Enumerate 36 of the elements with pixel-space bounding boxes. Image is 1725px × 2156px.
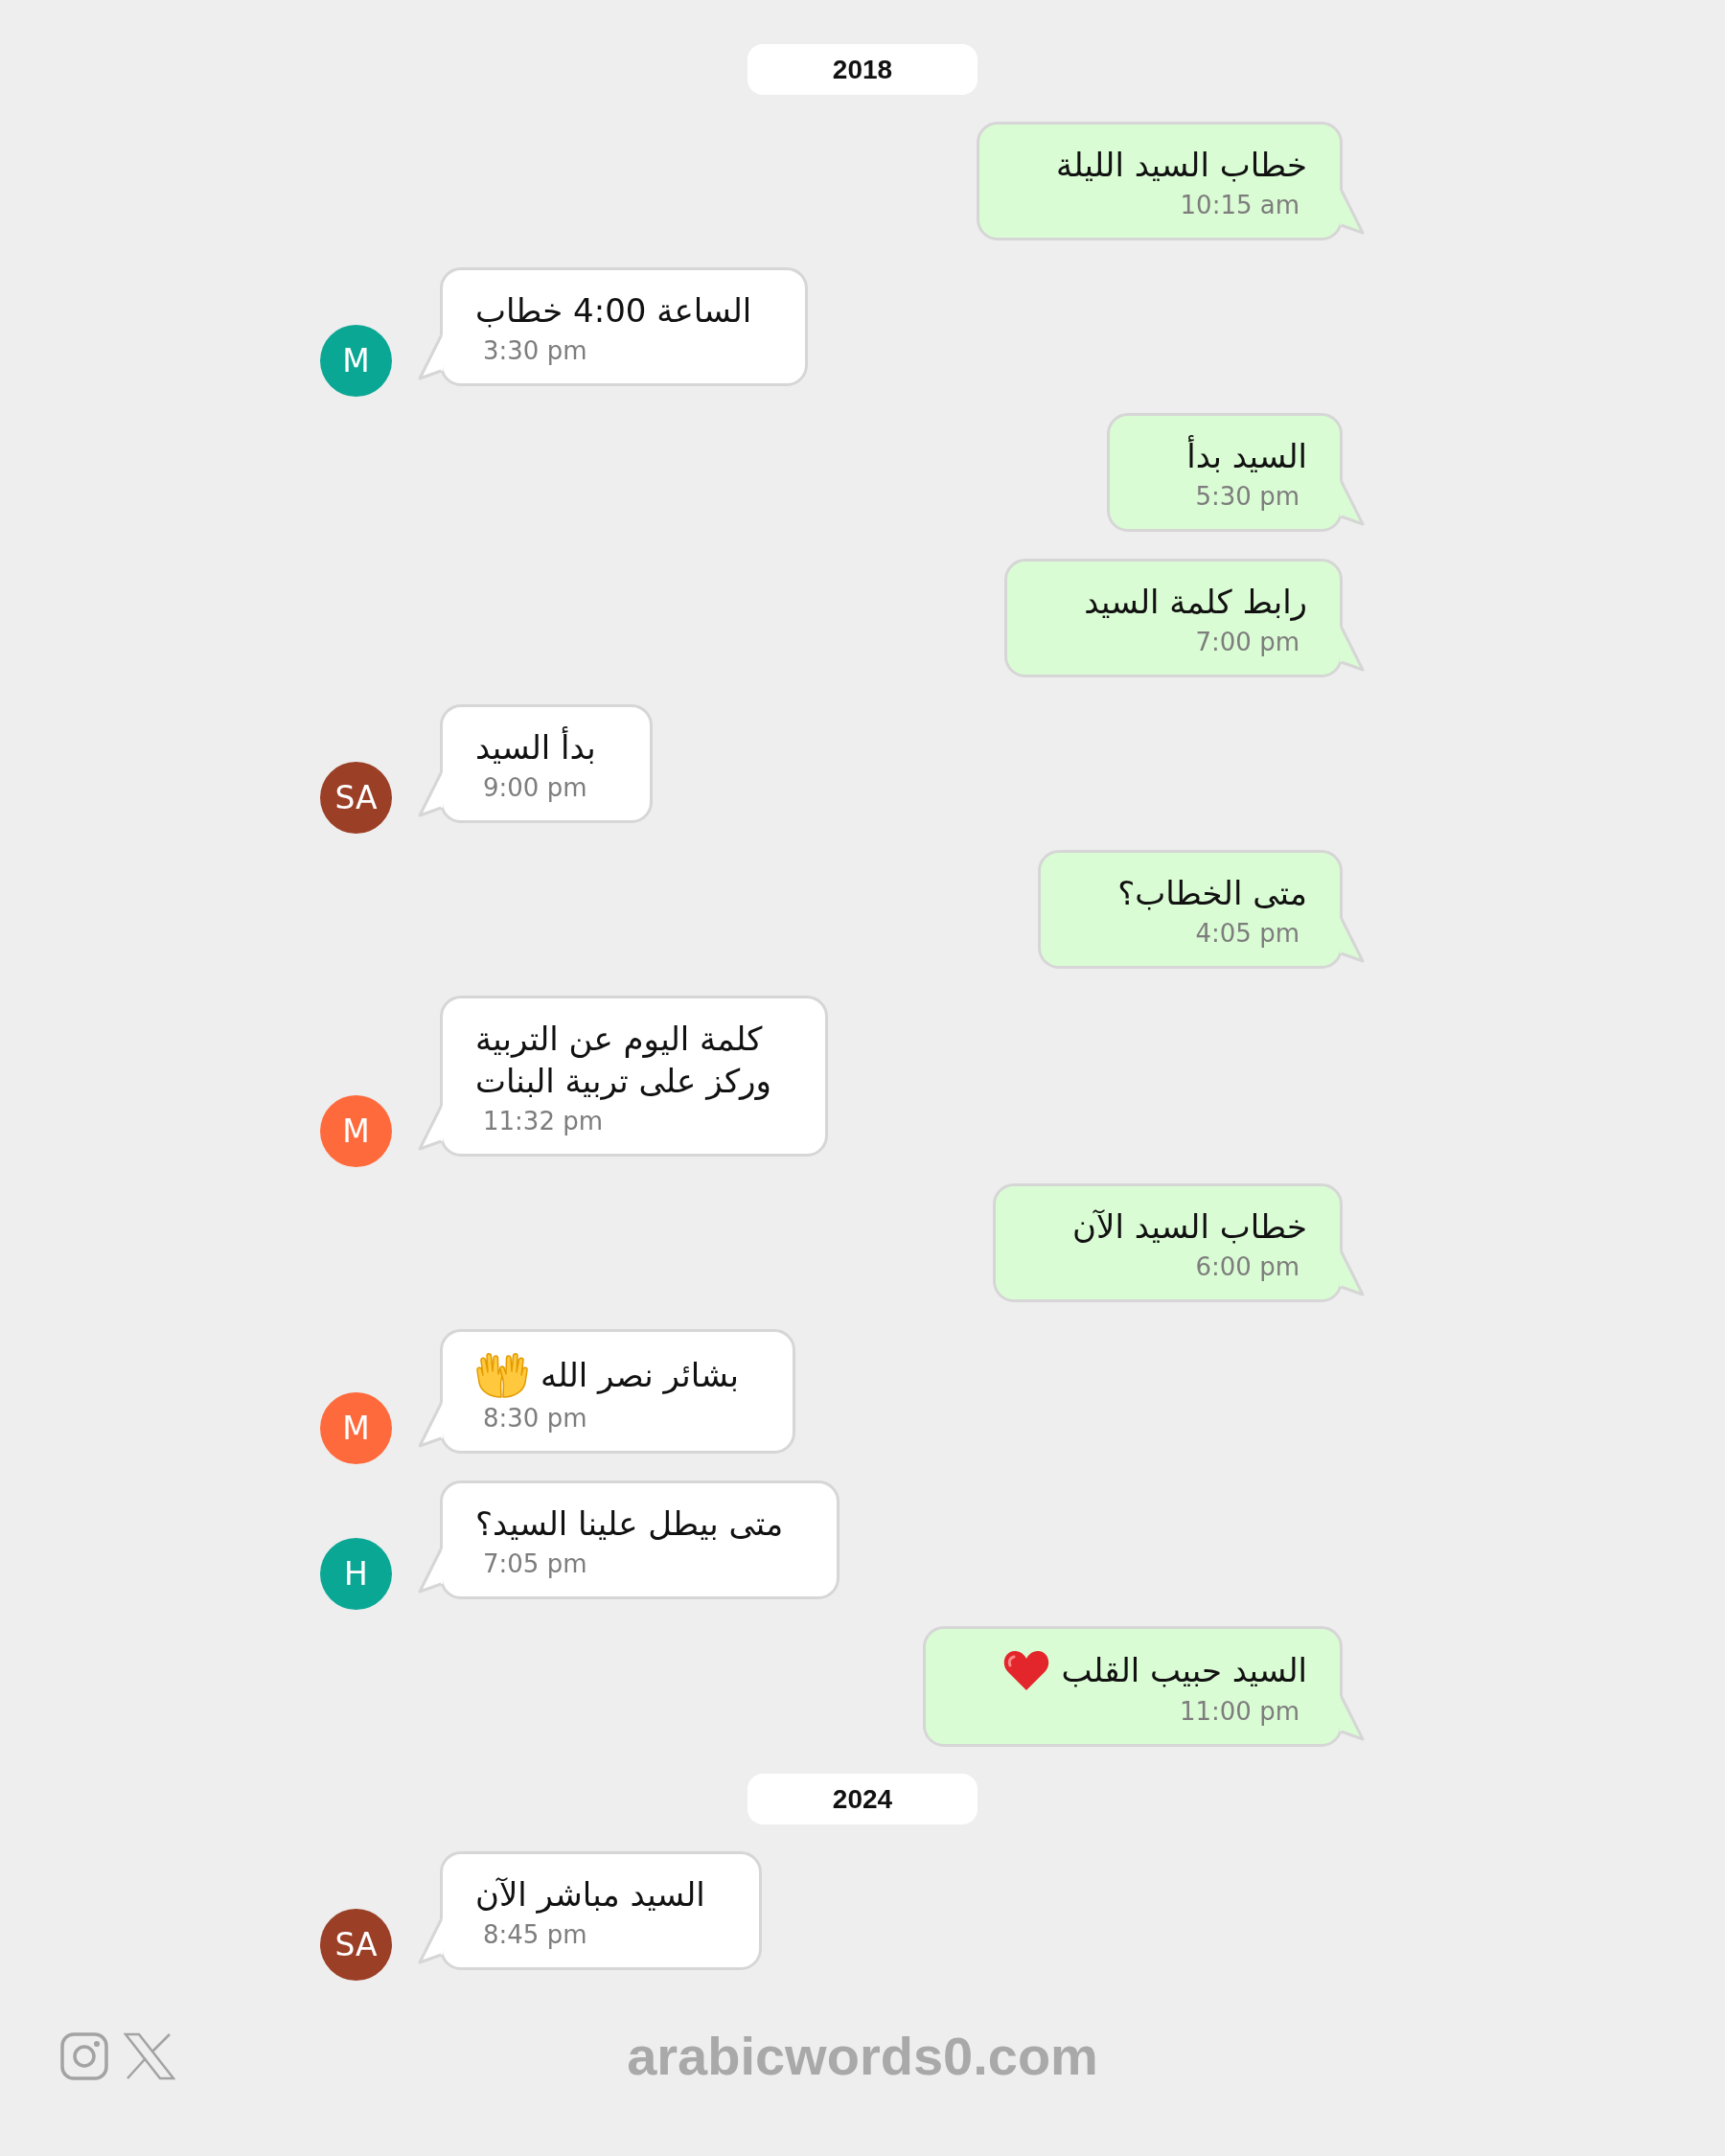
message-text: رابط كلمة السيد — [1084, 581, 1307, 623]
avatar: M — [320, 1391, 392, 1464]
message-text: السيد مباشر الآن — [475, 1873, 705, 1915]
message-time: 8:30 pm — [483, 1403, 587, 1435]
avatar: H — [320, 1537, 392, 1610]
avatar: M — [320, 324, 392, 397]
message-text: متى بيطل علينا السيد؟ — [475, 1502, 784, 1545]
message-time: 3:30 pm — [483, 335, 587, 368]
message-text: السيد حبيب القلب — [1061, 1649, 1307, 1691]
message-text: بشائر نصر الله — [540, 1354, 739, 1396]
message-time: 6:00 pm — [1195, 1251, 1300, 1284]
message-time: 9:00 pm — [483, 772, 587, 805]
date-badge: 2024 — [748, 1773, 978, 1824]
date-badge: 2018 — [748, 44, 978, 95]
message-time: 4:05 pm — [1195, 918, 1300, 951]
message-time: 10:15 am — [1180, 190, 1300, 222]
x-letter-icon — [124, 2031, 175, 2080]
message-time: 11:00 pm — [1179, 1695, 1300, 1728]
message-time: 11:32 pm — [483, 1106, 604, 1138]
message-text: خطاب السيد الليلة — [1056, 145, 1307, 186]
message-time: 7:05 pm — [483, 1548, 587, 1581]
message-time: 5:30 pm — [1195, 481, 1300, 514]
message-text: خطاب السيد الآن — [1072, 1206, 1307, 1249]
message-time: 8:45 pm — [483, 1918, 587, 1951]
avatar: M — [320, 1095, 392, 1168]
message-time: 7:00 pm — [1195, 627, 1300, 659]
message-text: السيد بدأ — [1186, 434, 1307, 477]
avatar: SA — [320, 1908, 392, 1981]
website-address: arabicwords0.com — [627, 2025, 1098, 2087]
message-text: بدأ السيد — [475, 725, 596, 768]
message-text: كلمة اليوم عن التربية وركز على تربية البنات — [475, 1018, 771, 1103]
message-text: الساعة 4:00 خطاب — [475, 290, 752, 332]
message-text: متى الخطاب؟ — [1117, 872, 1307, 914]
avatar: SA — [320, 761, 392, 834]
raised-palms-icon — [475, 1351, 529, 1400]
camera-icon — [60, 2031, 108, 2080]
